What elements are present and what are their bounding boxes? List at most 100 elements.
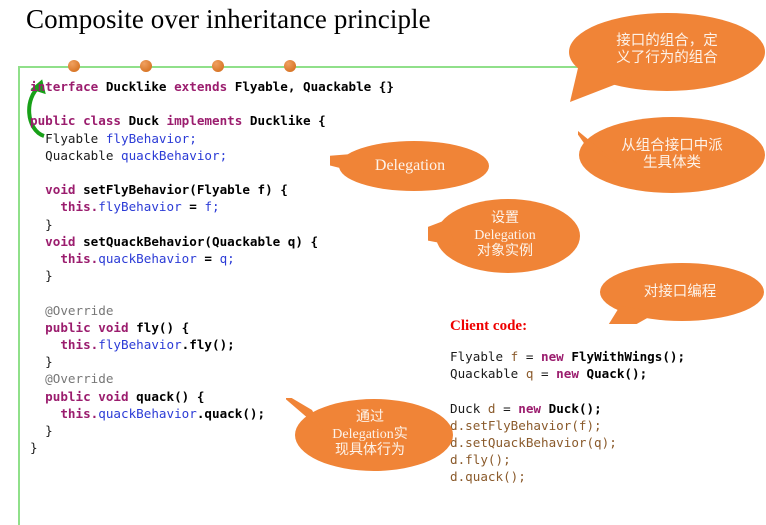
code-line: public void fly() {	[30, 319, 394, 336]
code-token: }	[30, 268, 53, 284]
code-token: Ducklike {	[249, 113, 326, 129]
callout-text: 通过 Delegation实 现具体行为	[332, 409, 408, 459]
code-token: @Override	[30, 371, 114, 387]
code-token: public void	[45, 319, 137, 335]
code-line: interface Ducklike extends Flyable, Quac…	[30, 78, 394, 95]
code-token: new	[556, 366, 587, 382]
callout-via-delegation: 通过 Delegation实 现具体行为	[286, 398, 454, 472]
callout-interface-composition: 接口的组合，定 义了行为的组合	[568, 12, 766, 104]
code-token: }	[30, 216, 53, 232]
callout-text: 接口的组合，定 义了行为的组合	[616, 32, 718, 66]
code-token: =	[189, 199, 205, 215]
slide-canvas: Composite over inheritance principle int…	[0, 0, 766, 525]
code-token: Duck	[450, 400, 488, 416]
code-token: new	[541, 349, 572, 364]
code-token: Flyable	[450, 349, 511, 364]
code-line: public class Duck implements Ducklike {	[30, 112, 394, 129]
code-token: void	[45, 233, 84, 249]
bullet-dot-3	[212, 60, 224, 72]
code-line: }	[30, 353, 394, 370]
code-token: d.setFlyBehavior(f);	[450, 417, 602, 433]
code-token: quackBehavior;	[121, 147, 228, 163]
code-token: quackBehavior	[98, 405, 197, 421]
code-token: this.	[60, 405, 99, 421]
code-token: }	[30, 354, 53, 370]
code-token: flyBehavior	[98, 337, 182, 353]
code-token: Duck	[128, 113, 167, 129]
callout-program-to-interface: 对接口编程	[596, 262, 764, 324]
code-token: this.	[60, 199, 99, 215]
code-token: Quack();	[586, 366, 648, 382]
callout-text: 从组合接口中派 生具体类	[621, 137, 723, 171]
code-token: flyBehavior;	[105, 130, 197, 146]
code-token: void	[45, 182, 84, 198]
code-token: Flyable, Quackable {}	[234, 79, 394, 94]
code-line: Duck d = new Duck();	[450, 400, 685, 417]
page-title: Composite over inheritance principle	[26, 4, 431, 34]
code-token: Quackable	[450, 366, 526, 382]
code-line: Flyable f = new FlyWithWings();	[450, 348, 685, 365]
code-token: d.fly();	[450, 452, 511, 468]
code-line: this.quackBehavior = q;	[30, 250, 394, 267]
callout-derive-concrete-class: 从组合接口中派 生具体类	[578, 116, 766, 194]
code-token: this.	[60, 251, 99, 267]
code-token: Flyable	[30, 130, 106, 146]
code-line: d.fly();	[450, 451, 685, 468]
code-token: quackBehavior	[98, 251, 205, 267]
code-line: @Override	[30, 302, 394, 319]
code-token: extends	[174, 79, 235, 94]
code-token: @Override	[30, 302, 114, 318]
code-token: f;	[204, 199, 220, 215]
code-line: d.setQuackBehavior(q);	[450, 434, 685, 451]
bullet-dot-2	[140, 60, 152, 72]
code-token: setFlyBehavior(Flyable f) {	[83, 182, 288, 198]
code-token: =	[541, 366, 557, 382]
code-token: setQuackBehavior(Quackable q) {	[83, 233, 319, 249]
code-token: f	[510, 349, 526, 364]
client-code-heading: Client code:	[450, 318, 528, 334]
code-token: q	[525, 366, 541, 382]
code-token: .quack();	[196, 405, 266, 421]
code-line: void setQuackBehavior(Quackable q) {	[30, 233, 394, 250]
code-token: implements	[166, 113, 250, 129]
code-token: new	[518, 400, 549, 416]
bullet-dot-4	[284, 60, 296, 72]
code-token: }	[30, 440, 38, 456]
callout-delegation: Delegation	[330, 140, 490, 192]
code-token: =	[204, 251, 220, 267]
callout-text: Delegation	[374, 157, 446, 175]
callout-text: 设置 Delegation 对象实例	[474, 210, 536, 260]
code-line: this.flyBehavior = f;	[30, 198, 394, 215]
code-line: Quackable q = new Quack();	[450, 365, 685, 382]
code-token: Duck();	[548, 400, 602, 416]
code-line: }	[30, 267, 394, 284]
code-token: Quackable	[30, 147, 121, 163]
code-token: q;	[219, 251, 235, 267]
code-token: Ducklike	[105, 79, 175, 94]
code-token: d	[487, 400, 504, 416]
code-line: d.quack();	[450, 468, 685, 485]
code-token: quack() {	[136, 388, 205, 404]
code-token: this.	[60, 337, 99, 353]
code-line: this.flyBehavior.fly();	[30, 336, 394, 353]
code-token: .fly();	[181, 337, 235, 353]
code-token: =	[503, 400, 519, 416]
code-token: d.quack();	[450, 469, 526, 485]
code-token: FlyWithWings();	[571, 349, 686, 364]
code-line: }	[30, 216, 394, 233]
code-token: =	[525, 349, 542, 364]
callout-set-delegation-instance: 设置 Delegation 对象实例	[428, 198, 582, 274]
code-token: interface	[30, 79, 106, 94]
callout-text: 对接口编程	[643, 284, 717, 301]
